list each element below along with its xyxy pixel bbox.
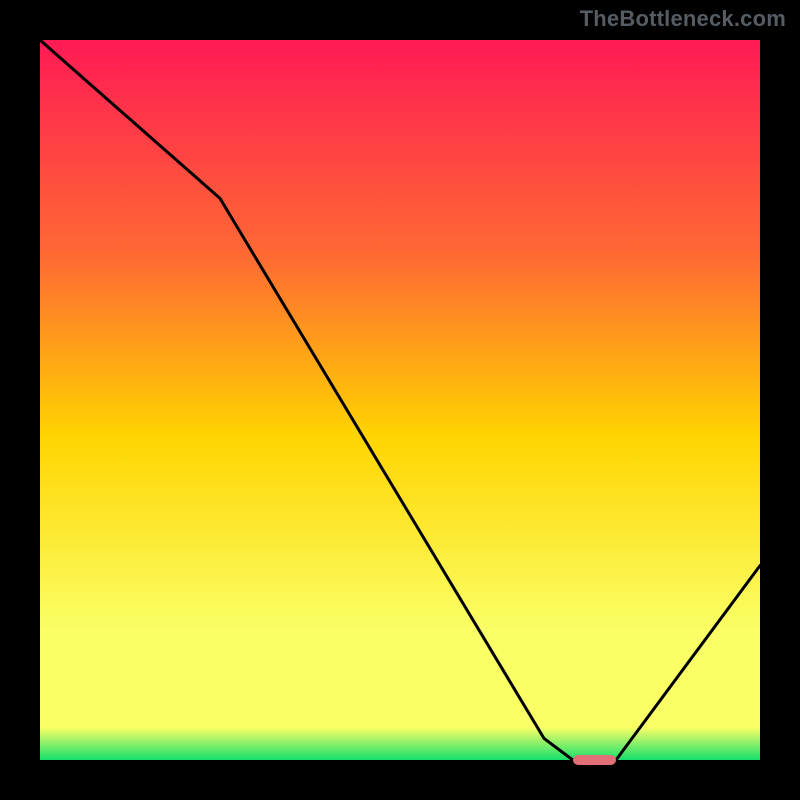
optimal-range-marker	[573, 755, 616, 765]
bottleneck-chart	[40, 40, 760, 760]
watermark-text: TheBottleneck.com	[580, 6, 786, 32]
heatmap-background	[40, 40, 760, 760]
